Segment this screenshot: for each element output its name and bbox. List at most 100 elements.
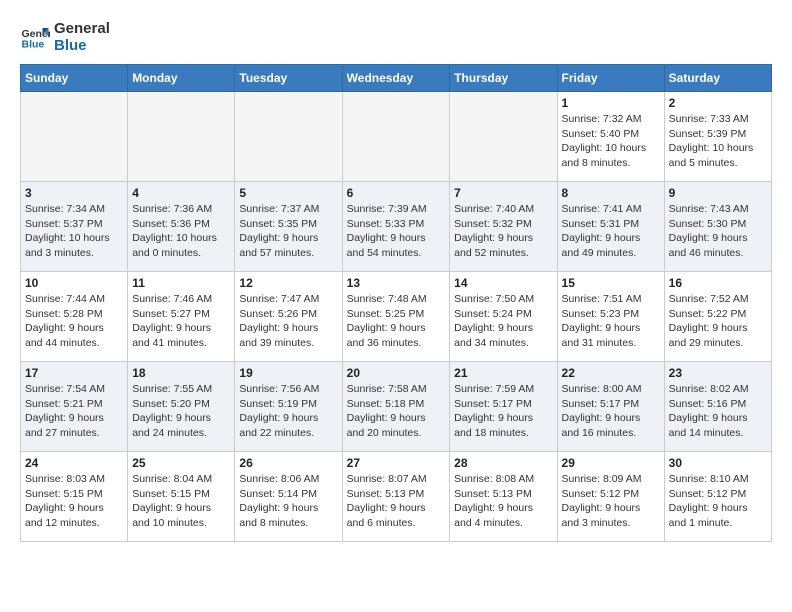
day-info: Sunrise: 7:50 AM Sunset: 5:24 PM Dayligh… — [454, 292, 552, 351]
day-number: 17 — [25, 366, 123, 380]
calendar: SundayMondayTuesdayWednesdayThursdayFrid… — [20, 64, 772, 542]
day-cell: 26 Sunrise: 8:06 AM Sunset: 5:14 PM Dayli… — [235, 452, 342, 542]
day-cell: 12 Sunrise: 7:47 AM Sunset: 5:26 PM Dayli… — [235, 272, 342, 362]
day-info: Sunrise: 8:03 AM Sunset: 5:15 PM Dayligh… — [25, 472, 123, 531]
day-info: Sunrise: 7:56 AM Sunset: 5:19 PM Dayligh… — [239, 382, 337, 441]
day-number: 20 — [347, 366, 446, 380]
day-number: 15 — [562, 276, 660, 290]
day-cell: 20 Sunrise: 7:58 AM Sunset: 5:18 PM Dayli… — [342, 362, 450, 452]
logo: General Blue General Blue — [20, 20, 110, 54]
day-cell: 1Sunrise: 7:32 AM Sunset: 5:40 PM Daylig… — [557, 92, 664, 182]
day-cell: 19Sunrise: 7:56 AM Sunset: 5:19 PM Dayli… — [235, 362, 342, 452]
day-number: 9 — [669, 186, 767, 200]
day-info: Sunrise: 7:54 AM Sunset: 5:21 PM Dayligh… — [25, 382, 123, 441]
week-row-1: 1Sunrise: 7:32 AM Sunset: 5:40 PM Daylig… — [21, 92, 772, 182]
day-number: 12 — [239, 276, 337, 290]
day-info: Sunrise: 8:07 AM Sunset: 5:13 PM Dayligh… — [347, 472, 446, 531]
weekday-header-row: SundayMondayTuesdayWednesdayThursdayFrid… — [21, 65, 772, 92]
day-number: 3 — [25, 186, 123, 200]
day-number: 2 — [669, 96, 767, 110]
week-row-5: 24Sunrise: 8:03 AM Sunset: 5:15 PM Dayli… — [21, 452, 772, 542]
day-number: 16 — [669, 276, 767, 290]
day-number: 5 — [239, 186, 337, 200]
day-cell: 15 Sunrise: 7:51 AM Sunset: 5:23 PM Dayli… — [557, 272, 664, 362]
day-number: 4 — [132, 186, 230, 200]
day-info: Sunrise: 8:00 AM Sunset: 5:17 PM Dayligh… — [562, 382, 660, 441]
day-cell — [235, 92, 342, 182]
day-cell: 14Sunrise: 7:50 AM Sunset: 5:24 PM Dayli… — [450, 272, 557, 362]
svg-text:Blue: Blue — [22, 39, 45, 51]
day-cell: 22 Sunrise: 8:00 AM Sunset: 5:17 PM Dayli… — [557, 362, 664, 452]
day-number: 21 — [454, 366, 552, 380]
day-number: 27 — [347, 456, 446, 470]
day-info: Sunrise: 7:47 AM Sunset: 5:26 PM Dayligh… — [239, 292, 337, 351]
weekday-header-wednesday: Wednesday — [342, 65, 450, 92]
day-cell: 3 Sunrise: 7:34 AM Sunset: 5:37 PM Daylig… — [21, 182, 128, 272]
day-cell: 29 Sunrise: 8:09 AM Sunset: 5:12 PM Dayli… — [557, 452, 664, 542]
day-info: Sunrise: 7:33 AM Sunset: 5:39 PM Dayligh… — [669, 112, 767, 171]
weekday-header-thursday: Thursday — [450, 65, 557, 92]
day-info: Sunrise: 7:40 AM Sunset: 5:32 PM Dayligh… — [454, 202, 552, 261]
day-cell: 23 Sunrise: 8:02 AM Sunset: 5:16 PM Dayli… — [664, 362, 771, 452]
day-number: 30 — [669, 456, 767, 470]
logo-icon: General Blue — [20, 22, 50, 52]
day-cell: 27 Sunrise: 8:07 AM Sunset: 5:13 PM Dayli… — [342, 452, 450, 542]
day-cell: 10 Sunrise: 7:44 AM Sunset: 5:28 PM Dayli… — [21, 272, 128, 362]
day-info: Sunrise: 7:43 AM Sunset: 5:30 PM Dayligh… — [669, 202, 767, 261]
day-cell: 9 Sunrise: 7:43 AM Sunset: 5:30 PM Daylig… — [664, 182, 771, 272]
day-cell — [21, 92, 128, 182]
day-info: Sunrise: 7:51 AM Sunset: 5:23 PM Dayligh… — [562, 292, 660, 351]
week-row-4: 17 Sunrise: 7:54 AM Sunset: 5:21 PM Dayli… — [21, 362, 772, 452]
day-cell: 25 Sunrise: 8:04 AM Sunset: 5:15 PM Dayli… — [128, 452, 235, 542]
day-info: Sunrise: 7:55 AM Sunset: 5:20 PM Dayligh… — [132, 382, 230, 441]
week-row-3: 10 Sunrise: 7:44 AM Sunset: 5:28 PM Dayli… — [21, 272, 772, 362]
week-row-2: 3 Sunrise: 7:34 AM Sunset: 5:37 PM Daylig… — [21, 182, 772, 272]
day-info: Sunrise: 7:48 AM Sunset: 5:25 PM Dayligh… — [347, 292, 446, 351]
day-info: Sunrise: 8:02 AM Sunset: 5:16 PM Dayligh… — [669, 382, 767, 441]
day-number: 1 — [562, 96, 660, 110]
day-cell: 8 Sunrise: 7:41 AM Sunset: 5:31 PM Daylig… — [557, 182, 664, 272]
day-cell — [450, 92, 557, 182]
day-number: 23 — [669, 366, 767, 380]
day-number: 18 — [132, 366, 230, 380]
day-info: Sunrise: 8:04 AM Sunset: 5:15 PM Dayligh… — [132, 472, 230, 531]
day-number: 6 — [347, 186, 446, 200]
day-cell: 30 Sunrise: 8:10 AM Sunset: 5:12 PM Dayli… — [664, 452, 771, 542]
day-info: Sunrise: 7:41 AM Sunset: 5:31 PM Dayligh… — [562, 202, 660, 261]
day-cell: 17 Sunrise: 7:54 AM Sunset: 5:21 PM Dayli… — [21, 362, 128, 452]
weekday-header-monday: Monday — [128, 65, 235, 92]
day-cell: 18 Sunrise: 7:55 AM Sunset: 5:20 PM Dayli… — [128, 362, 235, 452]
day-info: Sunrise: 7:44 AM Sunset: 5:28 PM Dayligh… — [25, 292, 123, 351]
logo-line2: Blue — [54, 37, 110, 54]
day-number: 8 — [562, 186, 660, 200]
day-info: Sunrise: 7:34 AM Sunset: 5:37 PM Dayligh… — [25, 202, 123, 261]
day-cell — [342, 92, 450, 182]
weekday-header-saturday: Saturday — [664, 65, 771, 92]
day-number: 10 — [25, 276, 123, 290]
logo-line1: General — [54, 20, 110, 37]
day-info: Sunrise: 8:08 AM Sunset: 5:13 PM Dayligh… — [454, 472, 552, 531]
day-info: Sunrise: 7:52 AM Sunset: 5:22 PM Dayligh… — [669, 292, 767, 351]
day-info: Sunrise: 7:58 AM Sunset: 5:18 PM Dayligh… — [347, 382, 446, 441]
page-header: General Blue General Blue — [20, 20, 772, 54]
day-cell: 2 Sunrise: 7:33 AM Sunset: 5:39 PM Daylig… — [664, 92, 771, 182]
day-cell: 7Sunrise: 7:40 AM Sunset: 5:32 PM Daylig… — [450, 182, 557, 272]
day-number: 26 — [239, 456, 337, 470]
day-number: 22 — [562, 366, 660, 380]
day-cell: 21Sunrise: 7:59 AM Sunset: 5:17 PM Dayli… — [450, 362, 557, 452]
day-info: Sunrise: 8:06 AM Sunset: 5:14 PM Dayligh… — [239, 472, 337, 531]
day-cell: 4 Sunrise: 7:36 AM Sunset: 5:36 PM Daylig… — [128, 182, 235, 272]
day-info: Sunrise: 7:46 AM Sunset: 5:27 PM Dayligh… — [132, 292, 230, 351]
day-number: 28 — [454, 456, 552, 470]
day-info: Sunrise: 8:10 AM Sunset: 5:12 PM Dayligh… — [669, 472, 767, 531]
weekday-header-sunday: Sunday — [21, 65, 128, 92]
day-info: Sunrise: 7:36 AM Sunset: 5:36 PM Dayligh… — [132, 202, 230, 261]
day-cell: 24Sunrise: 8:03 AM Sunset: 5:15 PM Dayli… — [21, 452, 128, 542]
day-number: 29 — [562, 456, 660, 470]
day-info: Sunrise: 8:09 AM Sunset: 5:12 PM Dayligh… — [562, 472, 660, 531]
day-number: 25 — [132, 456, 230, 470]
day-cell: 6Sunrise: 7:39 AM Sunset: 5:33 PM Daylig… — [342, 182, 450, 272]
day-cell — [128, 92, 235, 182]
day-cell: 11Sunrise: 7:46 AM Sunset: 5:27 PM Dayli… — [128, 272, 235, 362]
day-info: Sunrise: 7:37 AM Sunset: 5:35 PM Dayligh… — [239, 202, 337, 261]
